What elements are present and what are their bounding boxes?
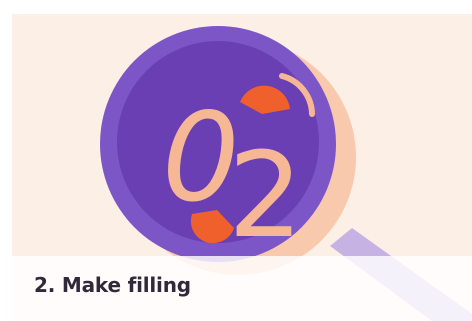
step-title: 2. Make filling	[34, 273, 191, 297]
step-card[interactable]: 0 2 2. Make filling	[12, 14, 472, 321]
step-caption: 2. Make filling	[12, 256, 472, 321]
step-digit-right: 2	[228, 126, 303, 264]
